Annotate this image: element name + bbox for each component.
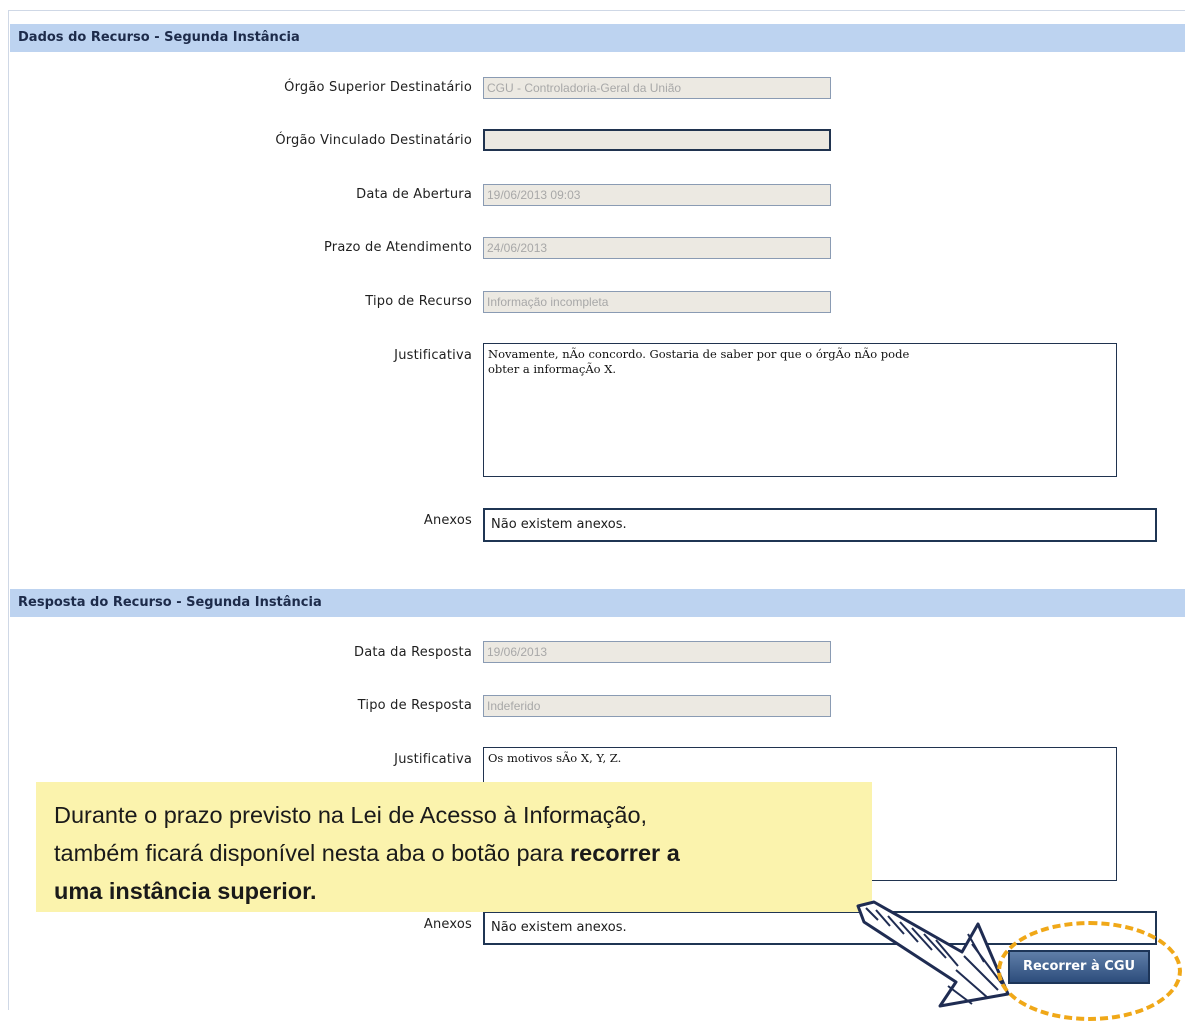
callout-line-3-bold: uma instância superior.: [54, 878, 317, 904]
label-tipo-resposta: Tipo de Resposta: [357, 698, 472, 713]
frame-left-border: [8, 10, 9, 1010]
label-orgao-superior: Órgão Superior Destinatário: [284, 80, 472, 95]
field-orgao-superior[interactable]: CGU - Controladoria-Geral da União: [483, 77, 831, 99]
field-prazo-atendimento[interactable]: 24/06/2013: [483, 237, 831, 259]
justificativa-recurso-line-1: Novamente, nÃo concordo. Gostaria de sab…: [488, 347, 910, 361]
callout-line-3: uma instância superior.: [54, 872, 854, 910]
textarea-justificativa-recurso[interactable]: Novamente, nÃo concordo. Gostaria de sab…: [483, 343, 1117, 477]
field-tipo-recurso[interactable]: Informação incompleta: [483, 291, 831, 313]
justificativa-recurso-line-2: obter a informaçÃo X.: [488, 362, 617, 376]
section-header-dados-recurso: Dados do Recurso - Segunda Instância: [10, 24, 1185, 52]
dashed-circle-highlight: [997, 921, 1182, 1021]
label-anexos-resposta: Anexos: [423, 917, 472, 932]
section-header-resposta-recurso: Resposta do Recurso - Segunda Instância: [10, 589, 1185, 617]
attachments-box-recurso: Não existem anexos.: [483, 508, 1157, 542]
label-anexos-recurso: Anexos: [423, 513, 472, 528]
hand-drawn-arrow-icon: [856, 900, 1010, 1008]
frame-top-border: [8, 10, 1185, 11]
field-tipo-resposta[interactable]: Indeferido: [483, 695, 831, 717]
info-callout: Durante o prazo previsto na Lei de Acess…: [36, 782, 872, 912]
callout-line-1: Durante o prazo previsto na Lei de Acess…: [54, 802, 648, 828]
label-justificativa-resposta: Justificativa: [394, 752, 472, 767]
field-data-abertura[interactable]: 19/06/2013 09:03: [483, 184, 831, 206]
callout-line-2-bold: recorrer a: [570, 840, 680, 866]
callout-line-2: também ficará disponível nesta aba o bot…: [54, 834, 854, 872]
label-justificativa-recurso: Justificativa: [394, 348, 472, 363]
field-orgao-vinculado[interactable]: [483, 129, 831, 151]
label-data-resposta: Data da Resposta: [354, 645, 472, 660]
label-prazo-atendimento: Prazo de Atendimento: [323, 240, 472, 255]
callout-line-2-text: também ficará disponível nesta aba o bot…: [54, 840, 571, 866]
label-orgao-vinculado: Órgão Vinculado Destinatário: [275, 133, 472, 148]
label-data-abertura: Data de Abertura: [356, 187, 472, 202]
label-tipo-recurso: Tipo de Recurso: [365, 294, 472, 309]
field-data-resposta[interactable]: 19/06/2013: [483, 641, 831, 663]
